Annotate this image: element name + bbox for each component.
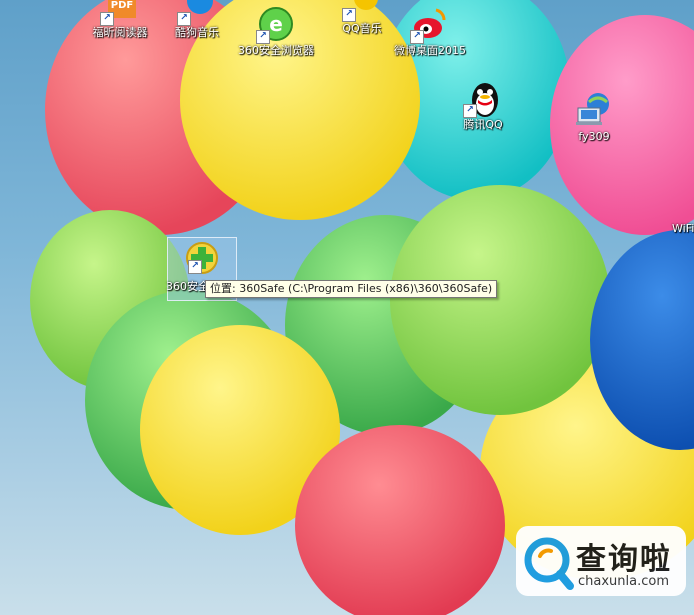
kugou-icon: ↗ (177, 0, 217, 26)
qq-penguin-icon: ↗ (463, 78, 503, 118)
watermark-title: 查询啦 (576, 542, 672, 577)
qq-music-icon: ↗ (342, 0, 382, 22)
icon-label: 360安全浏览器 (238, 44, 314, 57)
weibo-icon: ↗ (410, 4, 450, 44)
desktop-icon-fy309[interactable]: fy309 (556, 90, 632, 144)
icon-location-tooltip: 位置: 360Safe (C:\Program Files (x86)\360\… (205, 280, 498, 298)
shortcut-arrow-icon: ↗ (100, 12, 114, 26)
360safe-icon: ↗ (180, 240, 220, 280)
icon-label: 酷狗音乐 (175, 26, 219, 39)
desktop-icon-360-browser[interactable]: e ↗ 360安全浏览器 (238, 4, 314, 58)
watermark-url: chaxunla.com (578, 574, 669, 589)
desktop-icon-tencent-qq[interactable]: ↗ 腾讯QQ (445, 78, 521, 132)
desktop-icon-wifi[interactable]: ↗ WiFi (660, 182, 694, 236)
icon-label: fy309 (578, 130, 610, 143)
icon-label: 福昕阅读器 (92, 26, 148, 39)
desktop-icon-foxit-reader[interactable]: PDF ↗ 福昕阅读器 (82, 0, 158, 40)
icon-label: WiFi (672, 222, 694, 235)
search-magnifier-icon (524, 537, 574, 590)
shortcut-arrow-icon: ↗ (188, 260, 202, 274)
watermark-logo: 查询啦 chaxunla.com (516, 526, 686, 596)
360-browser-icon: e ↗ (256, 4, 296, 44)
icon-label: QQ音乐 (342, 22, 382, 35)
shortcut-arrow-icon: ↗ (463, 104, 477, 118)
network-computer-icon (574, 90, 614, 130)
shortcut-arrow-icon: ↗ (256, 30, 270, 44)
svg-text:e: e (269, 12, 283, 36)
icon-label: 微博桌面2015 (394, 44, 466, 57)
desktop-icon-qq-music[interactable]: ↗ QQ音乐 (324, 0, 400, 36)
pdf-reader-icon: PDF ↗ (100, 0, 140, 26)
wifi-icon: ↗ (678, 182, 694, 222)
shortcut-arrow-icon: ↗ (177, 12, 191, 26)
desktop-background[interactable]: PDF ↗ 福昕阅读器 ↗ 酷狗音乐 e ↗ 360安全浏览器 ↗ QQ音乐 ↗… (0, 0, 694, 615)
balloon-green-big (390, 185, 610, 415)
shortcut-arrow-icon: ↗ (342, 8, 356, 22)
desktop-icon-kugou[interactable]: ↗ 酷狗音乐 (159, 0, 235, 40)
shortcut-arrow-icon: ↗ (410, 30, 424, 44)
desktop-icon-weibo[interactable]: ↗ 微博桌面2015 (392, 4, 468, 58)
